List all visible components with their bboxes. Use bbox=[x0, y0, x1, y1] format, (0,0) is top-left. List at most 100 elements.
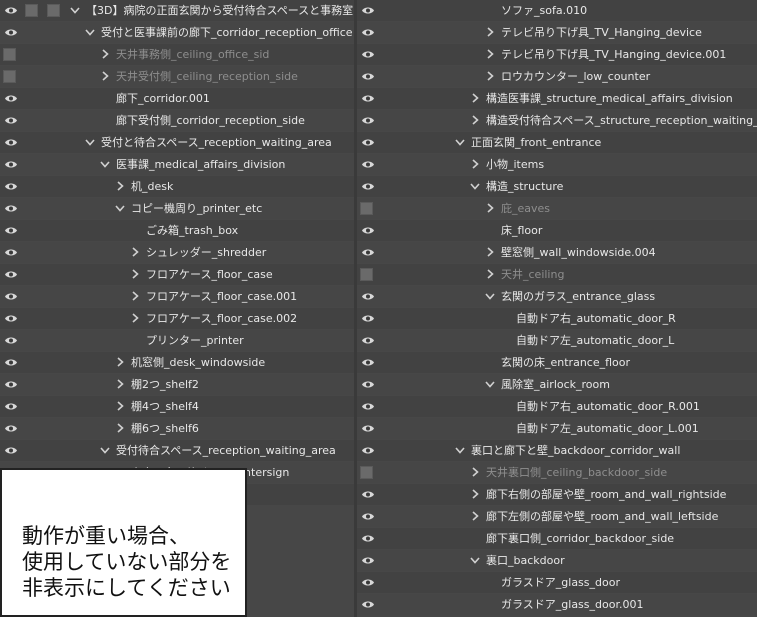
layer-row[interactable]: 天井受付側_ceiling_reception_side bbox=[0, 66, 354, 87]
chevron-right-icon[interactable] bbox=[483, 267, 497, 281]
layer-row[interactable]: フロアケース_floor_case.001 bbox=[0, 286, 354, 307]
layer-row[interactable]: 自動ドア右_automatic_door_R bbox=[357, 308, 757, 329]
layer-row[interactable]: 自動ドア右_automatic_door_R.001 bbox=[357, 396, 757, 417]
layer-row[interactable]: 【3D】病院の正面玄関から受付待合スペースと事務室 bbox=[0, 0, 354, 21]
eye-icon[interactable] bbox=[361, 555, 375, 566]
chevron-right-icon[interactable] bbox=[98, 69, 112, 83]
chevron-down-icon[interactable] bbox=[83, 25, 97, 39]
chevron-right-icon[interactable] bbox=[98, 47, 112, 61]
eye-icon[interactable] bbox=[4, 313, 18, 324]
eye-icon[interactable] bbox=[4, 5, 18, 16]
chevron-down-icon[interactable] bbox=[483, 289, 497, 303]
chevron-right-icon[interactable] bbox=[113, 355, 127, 369]
layer-row[interactable]: 受付待合スペース_reception_waiting_area bbox=[0, 440, 354, 461]
layer-toggle-box[interactable] bbox=[47, 4, 60, 17]
layer-row[interactable]: 机窓側_desk_windowside bbox=[0, 352, 354, 373]
layer-row[interactable]: 小物_items bbox=[357, 154, 757, 175]
eye-icon[interactable] bbox=[361, 335, 375, 346]
chevron-right-icon[interactable] bbox=[468, 157, 482, 171]
eye-icon[interactable] bbox=[4, 203, 18, 214]
layer-row[interactable]: 裏口_backdoor bbox=[357, 550, 757, 571]
layer-row[interactable]: 廊下裏口側_corridor_backdoor_side bbox=[357, 528, 757, 549]
eye-icon[interactable] bbox=[4, 181, 18, 192]
chevron-right-icon[interactable] bbox=[113, 421, 127, 435]
layer-row[interactable]: コピー機周り_printer_etc bbox=[0, 198, 354, 219]
layer-row[interactable]: 壁窓側_wall_windowside.004 bbox=[357, 242, 757, 263]
eye-icon[interactable] bbox=[361, 401, 375, 412]
layer-row[interactable]: ガラスドア_glass_door.001 bbox=[357, 594, 757, 615]
layer-row[interactable]: フロアケース_floor_case.002 bbox=[0, 308, 354, 329]
chevron-right-icon[interactable] bbox=[468, 91, 482, 105]
eye-icon[interactable] bbox=[4, 247, 18, 258]
eye-icon[interactable] bbox=[4, 225, 18, 236]
eye-icon[interactable] bbox=[361, 225, 375, 236]
eye-icon[interactable] bbox=[4, 379, 18, 390]
chevron-right-icon[interactable] bbox=[483, 47, 497, 61]
eye-icon[interactable] bbox=[361, 159, 375, 170]
eye-icon[interactable] bbox=[361, 181, 375, 192]
layer-row[interactable]: 自動ドア左_automatic_door_L bbox=[357, 330, 757, 351]
eye-icon[interactable] bbox=[361, 511, 375, 522]
layer-row[interactable]: テレビ吊り下げ具_TV_Hanging_device bbox=[357, 22, 757, 43]
layer-row[interactable]: 廊下受付側_corridor_reception_side bbox=[0, 110, 354, 131]
eye-icon[interactable] bbox=[361, 423, 375, 434]
visibility-toggle-hidden[interactable] bbox=[360, 202, 373, 215]
eye-icon[interactable] bbox=[361, 313, 375, 324]
chevron-down-icon[interactable] bbox=[83, 135, 97, 149]
layer-row[interactable]: 裏口と廊下と壁_backdoor_corridor_wall bbox=[357, 440, 757, 461]
layer-row[interactable]: 天井事務側_ceiling_office_sid bbox=[0, 44, 354, 65]
eye-icon[interactable] bbox=[4, 357, 18, 368]
eye-icon[interactable] bbox=[361, 137, 375, 148]
chevron-down-icon[interactable] bbox=[98, 443, 112, 457]
eye-icon[interactable] bbox=[361, 93, 375, 104]
visibility-toggle-hidden[interactable] bbox=[360, 466, 373, 479]
eye-icon[interactable] bbox=[361, 489, 375, 500]
chevron-right-icon[interactable] bbox=[468, 113, 482, 127]
layer-row[interactable]: 棚2つ_shelf2 bbox=[0, 374, 354, 395]
chevron-right-icon[interactable] bbox=[113, 377, 127, 391]
layer-row[interactable]: 床_floor bbox=[357, 220, 757, 241]
chevron-right-icon[interactable] bbox=[128, 245, 142, 259]
layer-row[interactable]: 構造_structure bbox=[357, 176, 757, 197]
layer-row[interactable]: プリンター_printer bbox=[0, 330, 354, 351]
eye-icon[interactable] bbox=[4, 93, 18, 104]
layer-row[interactable]: 廊下_corridor.001 bbox=[0, 88, 354, 109]
layer-row[interactable]: 棚6つ_shelf6 bbox=[0, 418, 354, 439]
layer-row[interactable]: 廊下右側の部屋や壁_room_and_wall_rightside bbox=[357, 484, 757, 505]
eye-icon[interactable] bbox=[361, 49, 375, 60]
layer-row[interactable]: 自動ドア左_automatic_door_L.001 bbox=[357, 418, 757, 439]
chevron-right-icon[interactable] bbox=[113, 179, 127, 193]
eye-icon[interactable] bbox=[4, 27, 18, 38]
eye-icon[interactable] bbox=[361, 599, 375, 610]
layer-row[interactable]: 受付と医事課前の廊下_corridor_reception_office bbox=[0, 22, 354, 43]
eye-icon[interactable] bbox=[361, 357, 375, 368]
chevron-right-icon[interactable] bbox=[468, 509, 482, 523]
layer-row[interactable]: テレビ吊り下げ具_TV_Hanging_device.001 bbox=[357, 44, 757, 65]
chevron-down-icon[interactable] bbox=[453, 443, 467, 457]
eye-icon[interactable] bbox=[361, 247, 375, 258]
eye-icon[interactable] bbox=[4, 335, 18, 346]
layer-row[interactable]: 正面玄関_front_entrance bbox=[357, 132, 757, 153]
layer-row[interactable]: ガラスドア_glass_door bbox=[357, 572, 757, 593]
eye-icon[interactable] bbox=[361, 445, 375, 456]
chevron-down-icon[interactable] bbox=[453, 135, 467, 149]
eye-icon[interactable] bbox=[4, 269, 18, 280]
chevron-down-icon[interactable] bbox=[468, 179, 482, 193]
eye-icon[interactable] bbox=[4, 423, 18, 434]
chevron-right-icon[interactable] bbox=[468, 487, 482, 501]
layer-row[interactable]: 玄関のガラス_entrance_glass bbox=[357, 286, 757, 307]
layer-row[interactable]: シュレッダー_shredder bbox=[0, 242, 354, 263]
chevron-right-icon[interactable] bbox=[483, 245, 497, 259]
eye-icon[interactable] bbox=[361, 577, 375, 588]
eye-icon[interactable] bbox=[361, 115, 375, 126]
chevron-right-icon[interactable] bbox=[483, 201, 497, 215]
layer-row[interactable]: 受付と待合スペース_reception_waiting_area bbox=[0, 132, 354, 153]
layer-row[interactable]: 医事課_medical_affairs_division bbox=[0, 154, 354, 175]
eye-icon[interactable] bbox=[4, 159, 18, 170]
layer-toggle-box[interactable] bbox=[25, 4, 38, 17]
layer-row[interactable]: 棚4つ_shelf4 bbox=[0, 396, 354, 417]
chevron-right-icon[interactable] bbox=[113, 399, 127, 413]
chevron-right-icon[interactable] bbox=[483, 69, 497, 83]
layer-row[interactable]: 構造受付待合スペース_structure_reception_waiting_a… bbox=[357, 110, 757, 131]
eye-icon[interactable] bbox=[4, 291, 18, 302]
